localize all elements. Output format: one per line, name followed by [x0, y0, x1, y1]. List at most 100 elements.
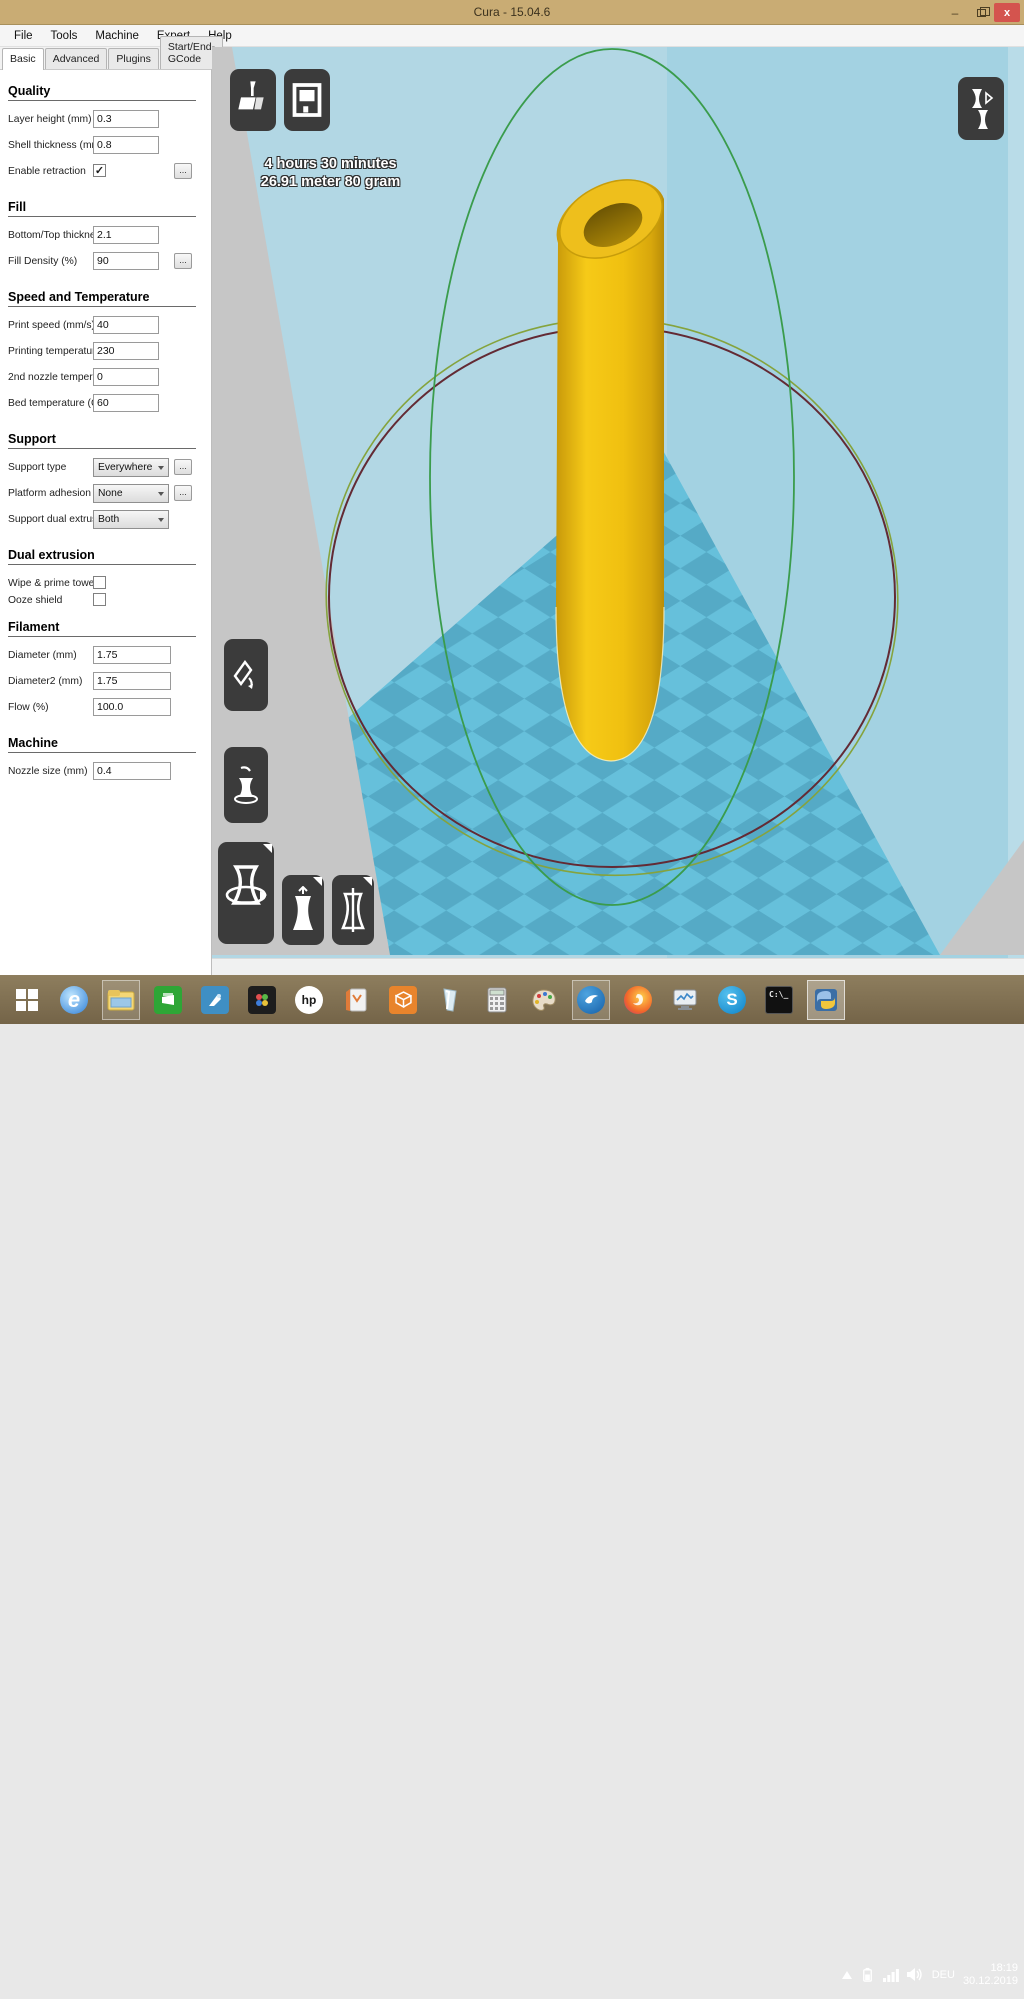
print-time: 4 hours 30 minutes — [218, 155, 443, 173]
model-tube[interactable] — [547, 164, 674, 761]
title-bar: Cura - 15.04.6 – x — [0, 0, 1024, 25]
clock-date: 30.12.2019 — [963, 1975, 1018, 1988]
setting-row: Platform adhesion type None ... — [8, 484, 201, 510]
retraction-more-button[interactable]: ... — [174, 163, 192, 179]
tab-bar: Basic Advanced Plugins Start/End-GCode — [0, 47, 211, 70]
platform-adhesion-more-button[interactable]: ... — [174, 485, 192, 501]
photo-app-icon — [248, 986, 276, 1014]
network-signal-icon[interactable] — [883, 1968, 899, 1982]
setting-row: Support type Everywhere ... — [8, 458, 201, 484]
lay-flat-button[interactable] — [224, 747, 268, 823]
support-type-value: Everywhere — [98, 462, 152, 473]
support-type-more-button[interactable]: ... — [174, 459, 192, 475]
fill-density-input[interactable] — [93, 252, 159, 270]
bottom-top-thickness-input[interactable] — [93, 226, 159, 244]
setting-row: Nozzle size (mm) — [8, 762, 201, 788]
show-hidden-icons[interactable] — [842, 1971, 852, 1979]
diameter2-input[interactable] — [93, 672, 171, 690]
print-speed-label: Print speed (mm/s) — [8, 320, 95, 331]
taskbar-icon-hp[interactable]: hp — [290, 980, 328, 1020]
lay-flat-icon — [231, 764, 261, 806]
start-button[interactable] — [8, 980, 46, 1020]
print-material: 26.91 meter 80 gram — [218, 173, 443, 191]
support-type-label: Support type — [8, 462, 66, 473]
diameter-input[interactable] — [93, 646, 171, 664]
mirror-icon — [338, 886, 368, 934]
view-mode-icon — [966, 87, 996, 131]
reset-rotation-button[interactable] — [224, 639, 268, 711]
support-dual-extrusion-select[interactable]: Both — [93, 510, 169, 529]
close-button[interactable]: x — [994, 3, 1020, 22]
chevron-down-icon — [158, 492, 164, 496]
layer-height-input[interactable] — [93, 110, 159, 128]
taskbar-icon-internet-explorer[interactable]: e — [55, 980, 93, 1020]
menu-file[interactable]: File — [6, 27, 41, 45]
taskbar-icon-monitor-app[interactable] — [666, 980, 704, 1020]
section-support: Support — [8, 432, 201, 446]
fill-density-more-button[interactable]: ... — [174, 253, 192, 269]
taskbar-icon-calculator[interactable] — [478, 980, 516, 1020]
taskbar-icon-reader-app[interactable] — [337, 980, 375, 1020]
system-tray: DEU 18:19 30.12.2019 — [842, 1950, 1018, 1999]
taskbar-icon-cad-app[interactable] — [196, 980, 234, 1020]
wipe-prime-tower-checkbox[interactable] — [93, 576, 106, 589]
rotate-button[interactable] — [218, 842, 274, 944]
save-toolpath-button[interactable] — [284, 69, 330, 131]
setting-row: Diameter2 (mm) — [8, 672, 201, 698]
scale-icon — [289, 886, 317, 934]
nozzle-size-label: Nozzle size (mm) — [8, 766, 88, 777]
reset-rotation-icon — [231, 658, 261, 692]
taskbar-icon-paint[interactable] — [525, 980, 563, 1020]
shell-thickness-input[interactable] — [93, 136, 159, 154]
divider — [8, 564, 196, 565]
taskbar-icon-firefox[interactable] — [619, 980, 657, 1020]
mirror-button[interactable] — [332, 875, 374, 945]
restore-button[interactable] — [968, 3, 994, 22]
enable-retraction-checkbox[interactable]: ✓ — [93, 164, 106, 177]
enable-retraction-label: Enable retraction — [8, 166, 86, 177]
flow-input[interactable] — [93, 698, 171, 716]
minimize-button[interactable]: – — [942, 3, 968, 22]
language-indicator[interactable]: DEU — [932, 1969, 955, 1981]
bed-temperature-input[interactable] — [93, 394, 159, 412]
menu-machine[interactable]: Machine — [87, 27, 146, 45]
section-dual-extrusion: Dual extrusion — [8, 548, 201, 562]
layer-height-label: Layer height (mm) — [8, 114, 92, 125]
print-speed-input[interactable] — [93, 316, 159, 334]
taskbar-clock[interactable]: 18:19 30.12.2019 — [963, 1962, 1018, 1988]
taskbar-icon-skype[interactable]: S — [713, 980, 751, 1020]
taskbar-icon-python[interactable] — [807, 980, 845, 1020]
nozzle-size-input[interactable] — [93, 762, 171, 780]
taskbar-icon-command-prompt[interactable]: C:\_ — [760, 980, 798, 1020]
setting-row: Bed temperature (C) — [8, 394, 201, 420]
view-mode-button[interactable] — [958, 77, 1004, 140]
load-model-button[interactable] — [230, 69, 276, 131]
setting-row: Fill Density (%) ... — [8, 252, 201, 278]
settings-panel: Basic Advanced Plugins Start/End-GCode Q… — [0, 47, 212, 975]
taskbar-icon-windows-store[interactable] — [149, 980, 187, 1020]
divider — [8, 448, 196, 449]
taskbar-icon-3d-printer-app[interactable] — [384, 980, 422, 1020]
platform-adhesion-select[interactable]: None — [93, 484, 169, 503]
support-type-select[interactable]: Everywhere — [93, 458, 169, 477]
3d-viewport[interactable]: 4 hours 30 minutes 26.91 meter 80 gram — [212, 47, 1024, 975]
tab-advanced[interactable]: Advanced — [45, 48, 108, 69]
battery-icon[interactable] — [860, 1967, 875, 1982]
ooze-shield-checkbox[interactable] — [93, 593, 106, 606]
taskbar-icon-photo-app[interactable] — [243, 980, 281, 1020]
taskbar-icon-file-explorer[interactable] — [102, 980, 140, 1020]
printing-temperature-input[interactable] — [93, 342, 159, 360]
second-nozzle-temperature-input[interactable] — [93, 368, 159, 386]
tab-basic[interactable]: Basic — [2, 48, 44, 70]
volume-icon[interactable] — [907, 1967, 924, 1982]
scene-wall-edge — [1008, 47, 1024, 972]
scale-button[interactable] — [282, 875, 324, 945]
expand-indicator — [263, 844, 272, 853]
taskbar-icon-thunderbird[interactable] — [572, 980, 610, 1020]
menu-tools[interactable]: Tools — [43, 27, 86, 45]
taskbar-icon-glass-app[interactable] — [431, 980, 469, 1020]
setting-row: Printing temperature (C) — [8, 342, 201, 368]
load-model-icon — [237, 80, 269, 120]
wipe-prime-tower-label: Wipe & prime tower — [8, 578, 98, 589]
tab-plugins[interactable]: Plugins — [108, 48, 158, 69]
